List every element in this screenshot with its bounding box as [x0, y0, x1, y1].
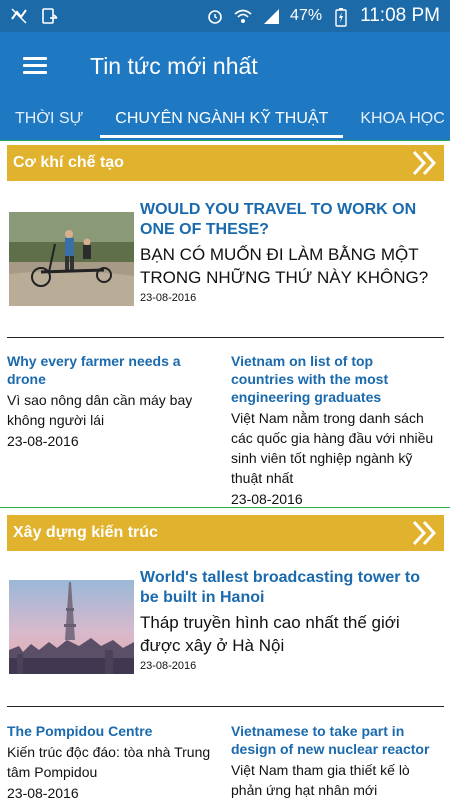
article-title[interactable]: The Pompidou Centre — [7, 722, 212, 740]
section-header-co-khi[interactable]: Cơ khí chế tạo — [7, 145, 444, 181]
clock: 11:08 PM — [360, 5, 440, 26]
tab-chuyen-nganh-ky-thuat[interactable]: CHUYÊN NGÀNH KỸ THUẬT — [100, 100, 344, 140]
list-item[interactable]: The Pompidou Centre Kiến trúc độc đáo: t… — [7, 722, 212, 802]
tabs-divider — [0, 140, 450, 141]
article-title[interactable]: World's tallest broadcasting tower to be… — [140, 568, 440, 608]
divider — [7, 706, 444, 707]
article-date: 23-08-2016 — [7, 785, 79, 801]
article-thumbnail[interactable] — [9, 580, 134, 674]
section-title: Xây dựng kiến trúc — [13, 524, 158, 541]
app-title: Tin tức mới nhất — [90, 52, 258, 79]
double-chevron-right-icon[interactable] — [412, 149, 438, 177]
signal-icon — [262, 7, 280, 25]
article-subtitle: Việt Nam tham gia thiết kế lò phản ứng h… — [231, 762, 410, 798]
app-bar: Tin tức mới nhất — [0, 32, 450, 100]
article-date: 23-08-2016 — [231, 491, 303, 507]
hamburger-icon — [23, 57, 47, 75]
divider — [7, 337, 444, 338]
double-chevron-right-icon[interactable] — [412, 519, 438, 547]
article-thumbnail[interactable] — [9, 212, 134, 306]
list-item[interactable]: Why every farmer needs a drone Vì sao nô… — [7, 352, 212, 450]
article-title[interactable]: Vietnam on list of top countries with th… — [231, 352, 436, 406]
status-bar: 47% 11:08 PM — [0, 0, 450, 32]
article-date: 23-08-2016 — [140, 660, 197, 672]
section-divider — [0, 507, 450, 508]
list-item[interactable]: Vietnamese to take part in design of new… — [231, 722, 436, 800]
alarm-icon — [206, 7, 224, 25]
article-date: 23-08-2016 — [140, 292, 197, 304]
article-subtitle: Kiến trúc độc đáo: tòa nhà Trung tâm Pom… — [7, 744, 211, 780]
article-subtitle: Vì sao nông dân cần máy bay không người … — [7, 392, 193, 428]
article-title[interactable]: Vietnamese to take part in design of new… — [231, 722, 436, 758]
battery-percent: 47% — [290, 7, 323, 24]
article-title[interactable]: Why every farmer needs a drone — [7, 352, 212, 388]
notification-icon — [10, 7, 28, 25]
article-title[interactable]: WOULD YOU TRAVEL TO WORK ON ONE OF THESE… — [140, 200, 440, 240]
screen-cast-icon — [40, 7, 58, 25]
tab-thoi-su[interactable]: THỜI SỰ — [15, 100, 83, 140]
article-subtitle: BẠN CÓ MUỐN ĐI LÀM BẰNG MỘT TRONG NHỮNG … — [140, 245, 429, 287]
article-subtitle: Tháp truyền hình cao nhất thế giới được … — [140, 613, 400, 655]
category-tabs: THỜI SỰ CHUYÊN NGÀNH KỸ THUẬT KHOA HỌC — [0, 100, 450, 140]
battery-charging-icon — [332, 7, 350, 27]
wifi-icon — [234, 7, 252, 25]
menu-button[interactable] — [0, 32, 70, 100]
tab-khoa-hoc[interactable]: KHOA HỌC — [360, 100, 444, 140]
section-title: Cơ khí chế tạo — [13, 154, 124, 171]
list-item[interactable]: Vietnam on list of top countries with th… — [231, 352, 436, 508]
article-subtitle: Việt Nam nằm trong danh sách các quốc gi… — [231, 410, 434, 486]
article-date: 23-08-2016 — [7, 433, 79, 449]
section-header-xay-dung[interactable]: Xây dựng kiến trúc — [7, 515, 444, 551]
